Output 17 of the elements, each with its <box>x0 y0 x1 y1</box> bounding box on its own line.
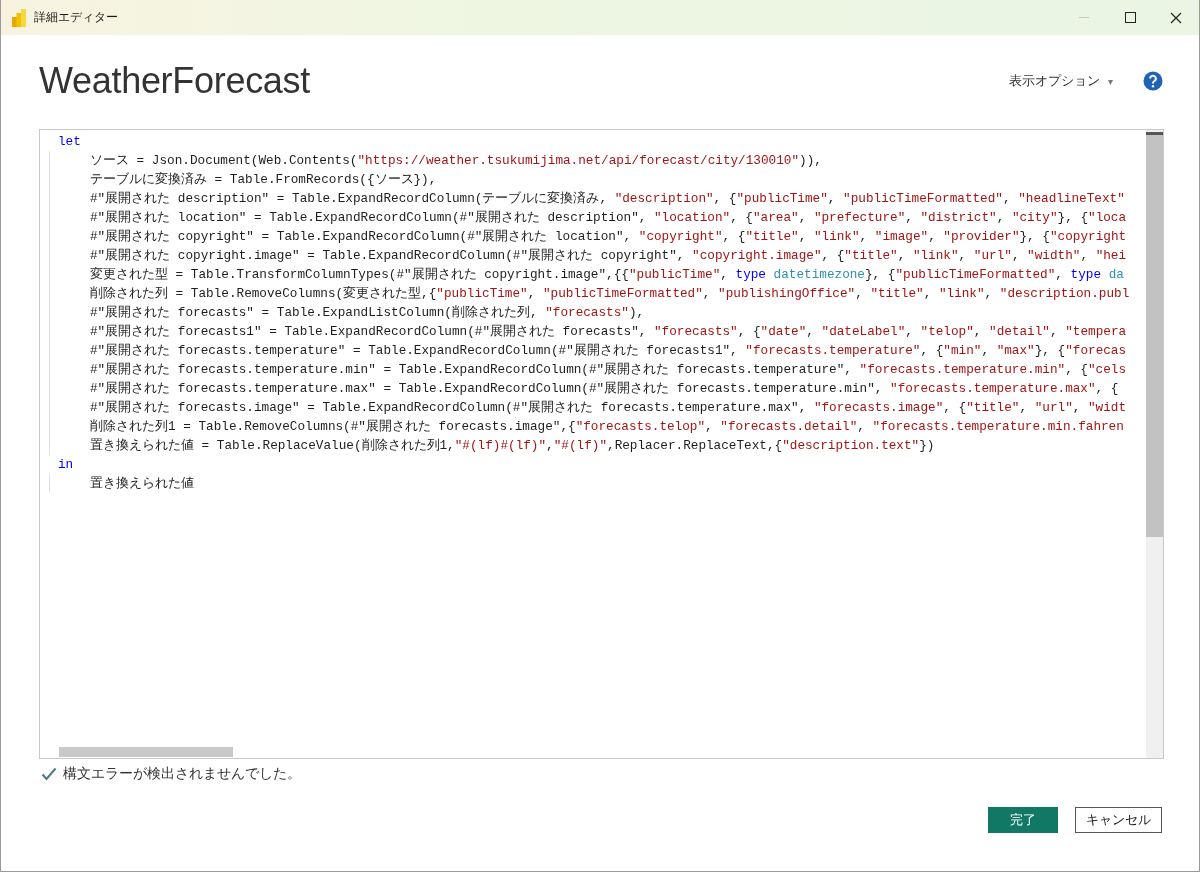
help-icon <box>1143 71 1163 91</box>
horizontal-scrollbar-thumb[interactable] <box>59 747 233 757</box>
code-editor[interactable] <box>39 129 1164 759</box>
status-message: 構文エラーが検出されませんでした。 <box>63 765 301 783</box>
query-title: WeatherForecast <box>39 60 310 102</box>
window-title: 詳細エディター <box>34 9 118 26</box>
cancel-button[interactable]: キャンセル <box>1075 807 1162 833</box>
minimize-icon <box>1079 17 1089 18</box>
done-button[interactable]: 完了 <box>988 807 1058 833</box>
close-icon <box>1170 11 1182 24</box>
display-options-dropdown[interactable]: 表示オプション ▾ <box>1008 72 1113 90</box>
vertical-scrollbar[interactable] <box>1146 130 1163 758</box>
help-button[interactable] <box>1143 71 1163 91</box>
app-logo-icon <box>12 8 26 27</box>
maximize-icon <box>1124 12 1136 23</box>
code-line: let <box>57 133 82 151</box>
code-line: in <box>57 456 75 474</box>
